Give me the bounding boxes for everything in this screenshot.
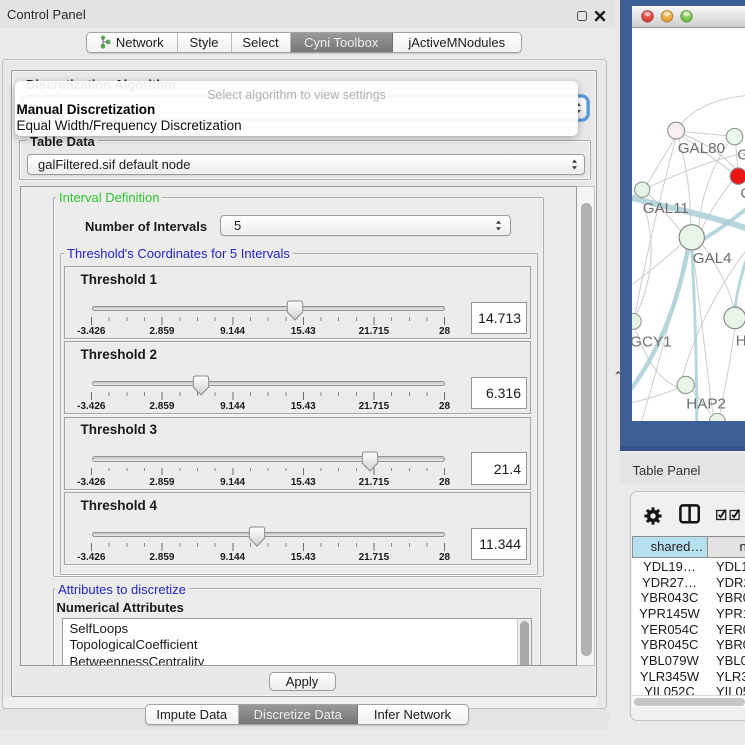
svg-text:GA: GA [737, 146, 745, 163]
svg-text:GAL11: GAL11 [642, 200, 688, 217]
svg-text:HAP2: HAP2 [686, 395, 726, 412]
svg-text:GAL4: GAL4 [692, 250, 731, 267]
svg-text:C: C [740, 185, 745, 202]
svg-text:GCY1: GCY1 [632, 333, 672, 350]
svg-text:H: H [735, 332, 745, 349]
svg-text:GAL80: GAL80 [677, 140, 724, 157]
